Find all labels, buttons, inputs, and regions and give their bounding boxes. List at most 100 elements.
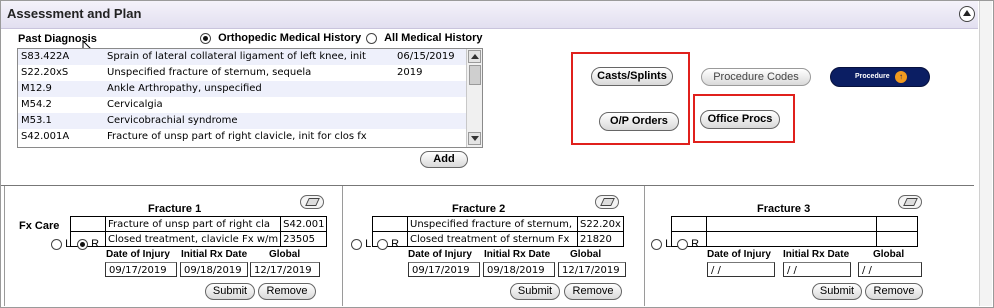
side-right-label: R (691, 238, 700, 250)
side-right-option[interactable]: R (677, 238, 699, 250)
list-item[interactable]: M54.2 Cervicalgia (18, 97, 482, 113)
eraser-icon[interactable] (300, 195, 324, 209)
date-of-injury-label: Date of Injury (106, 249, 170, 260)
initial-rx-field[interactable]: / / (783, 262, 851, 277)
initial-rx-label: Initial Rx Date (484, 249, 551, 260)
date-of-injury-field[interactable]: 09/17/2019 (105, 262, 177, 277)
filter-all-label: All Medical History (384, 32, 483, 44)
diag-cell[interactable] (706, 216, 877, 232)
treatment-cell[interactable]: Closed treatment, clavicle Fx w/m (104, 231, 282, 247)
filter-all-option[interactable]: All Medical History (366, 32, 482, 44)
diag-code-cell[interactable] (876, 216, 918, 232)
treatment-code-cell[interactable]: 21820 (577, 231, 624, 247)
fracture-2-panel: Fracture 2 Unspecified fracture of stern… (343, 186, 643, 306)
initial-rx-label: Initial Rx Date (783, 249, 850, 260)
side-left-option[interactable]: L (51, 238, 71, 250)
side-right-label: R (91, 238, 100, 250)
office-procs-button[interactable]: Office Procs (700, 110, 780, 129)
diag-date: 06/15/2019 (397, 51, 455, 62)
fracture-title: Fracture 3 (757, 203, 811, 215)
global-field[interactable]: 12/17/2019 (250, 262, 320, 277)
diag-code: M12.9 (21, 83, 52, 94)
fx-care-label: Fx Care (19, 220, 60, 232)
side-left-option[interactable]: L (351, 238, 371, 250)
submit-button[interactable]: Submit (510, 283, 560, 300)
diag-date: 2019 (397, 67, 423, 78)
fracture-1-panel: Fracture 1 Fx Care Fracture of unsp part… (5, 186, 341, 306)
remove-button[interactable]: Remove (258, 283, 316, 300)
fracture-3-table (671, 216, 918, 247)
radio-left[interactable] (651, 238, 662, 250)
global-label: Global (570, 249, 602, 260)
list-scrollbar[interactable] (466, 49, 482, 147)
date-of-injury-field[interactable]: 09/17/2019 (408, 262, 480, 277)
eraser-icon[interactable] (595, 195, 619, 209)
treatment-cell[interactable] (706, 231, 877, 247)
initial-rx-label: Initial Rx Date (181, 249, 248, 260)
past-diagnosis-list[interactable]: S83.422A Sprain of lateral collateral li… (17, 48, 483, 148)
op-orders-button[interactable]: O/P Orders (599, 112, 679, 131)
diag-desc: Fracture of unsp part of right clavicle,… (107, 131, 367, 142)
radio-left[interactable] (351, 238, 362, 250)
casts-splints-button[interactable]: Casts/Splints (591, 67, 673, 86)
diag-desc: Cervicalgia (107, 99, 163, 110)
radio-right[interactable] (677, 238, 688, 250)
diag-desc: Sprain of lateral collateral ligament of… (107, 51, 366, 62)
diag-code-cell[interactable]: S22.20x (577, 216, 624, 232)
radio-left[interactable] (51, 238, 62, 250)
list-item[interactable]: S22.20xS Unspecified fracture of sternum… (18, 65, 482, 81)
list-item[interactable]: S83.422A Sprain of lateral collateral li… (18, 49, 482, 65)
fracture-3-panel: Fracture 3 L R Date of Injury Initial Rx… (645, 186, 975, 306)
filter-ortho-option[interactable]: Orthopedic Medical History (200, 32, 361, 44)
collapse-icon[interactable] (959, 6, 975, 22)
radio-all[interactable] (366, 32, 377, 44)
highlight-box-casts-orders (571, 52, 690, 145)
side-right-label: R (391, 238, 400, 250)
radio-ortho[interactable] (200, 32, 211, 44)
fracture-title: Fracture 2 (452, 203, 506, 215)
radio-right[interactable] (77, 238, 88, 250)
remove-button[interactable]: Remove (865, 283, 923, 300)
remove-button[interactable]: Remove (564, 283, 622, 300)
list-item[interactable]: S42.001A Fracture of unsp part of right … (18, 129, 482, 145)
list-item[interactable]: M12.9 Ankle Arthropathy, unspecified (18, 81, 482, 97)
scroll-down-icon[interactable] (468, 132, 481, 145)
side-right-option[interactable]: R (377, 238, 399, 250)
scroll-up-icon[interactable] (468, 50, 481, 63)
side-right-option[interactable]: R (77, 238, 99, 250)
treatment-cell[interactable]: Closed treatment of sternum Fx (407, 231, 578, 247)
diag-code: M54.2 (21, 99, 52, 110)
section-header: Assessment and Plan (1, 1, 978, 29)
list-item[interactable]: M53.1 Cervicobrachial syndrome (18, 113, 482, 129)
diag-code: S83.422A (21, 51, 70, 62)
initial-rx-field[interactable]: 09/18/2019 (180, 262, 248, 277)
diag-cell[interactable]: Unspecified fracture of sternum, (407, 216, 578, 232)
procedure-codes-button[interactable]: Procedure Codes (701, 68, 811, 86)
fracture-title: Fracture 1 (148, 203, 202, 215)
filter-ortho-label: Orthopedic Medical History (218, 32, 362, 44)
initial-rx-field[interactable]: 09/18/2019 (483, 262, 555, 277)
global-label: Global (873, 249, 905, 260)
diag-desc: Unspecified fracture of sternum, sequela (107, 67, 312, 78)
fracture-1-table: Fracture of unsp part of right cla S42.00… (70, 216, 328, 247)
fracture-2-table: Unspecified fracture of sternum, S22.20x … (372, 216, 624, 247)
diag-code-cell[interactable]: S42.001 (280, 216, 328, 232)
global-field[interactable]: 12/17/2019 (558, 262, 626, 277)
radio-right[interactable] (377, 238, 388, 250)
scroll-thumb[interactable] (469, 65, 481, 85)
page-scrollbar[interactable] (979, 1, 992, 306)
procedure-logo-button[interactable]: Procedure ↑ (830, 67, 930, 87)
side-left-option[interactable]: L (651, 238, 671, 250)
eraser-icon[interactable] (898, 195, 922, 209)
submit-button[interactable]: Submit (205, 283, 255, 300)
global-field[interactable]: / / (858, 262, 922, 277)
diag-code: S42.001A (21, 131, 70, 142)
treatment-code-cell[interactable]: 23505 (280, 231, 328, 247)
add-button[interactable]: Add (420, 151, 468, 168)
diag-desc: Ankle Arthropathy, unspecified (107, 83, 262, 94)
date-of-injury-field[interactable]: / / (707, 262, 775, 277)
section-title: Assessment and Plan (7, 6, 142, 21)
submit-button[interactable]: Submit (812, 283, 862, 300)
treatment-code-cell[interactable] (876, 231, 918, 247)
diag-cell[interactable]: Fracture of unsp part of right cla (104, 216, 282, 232)
